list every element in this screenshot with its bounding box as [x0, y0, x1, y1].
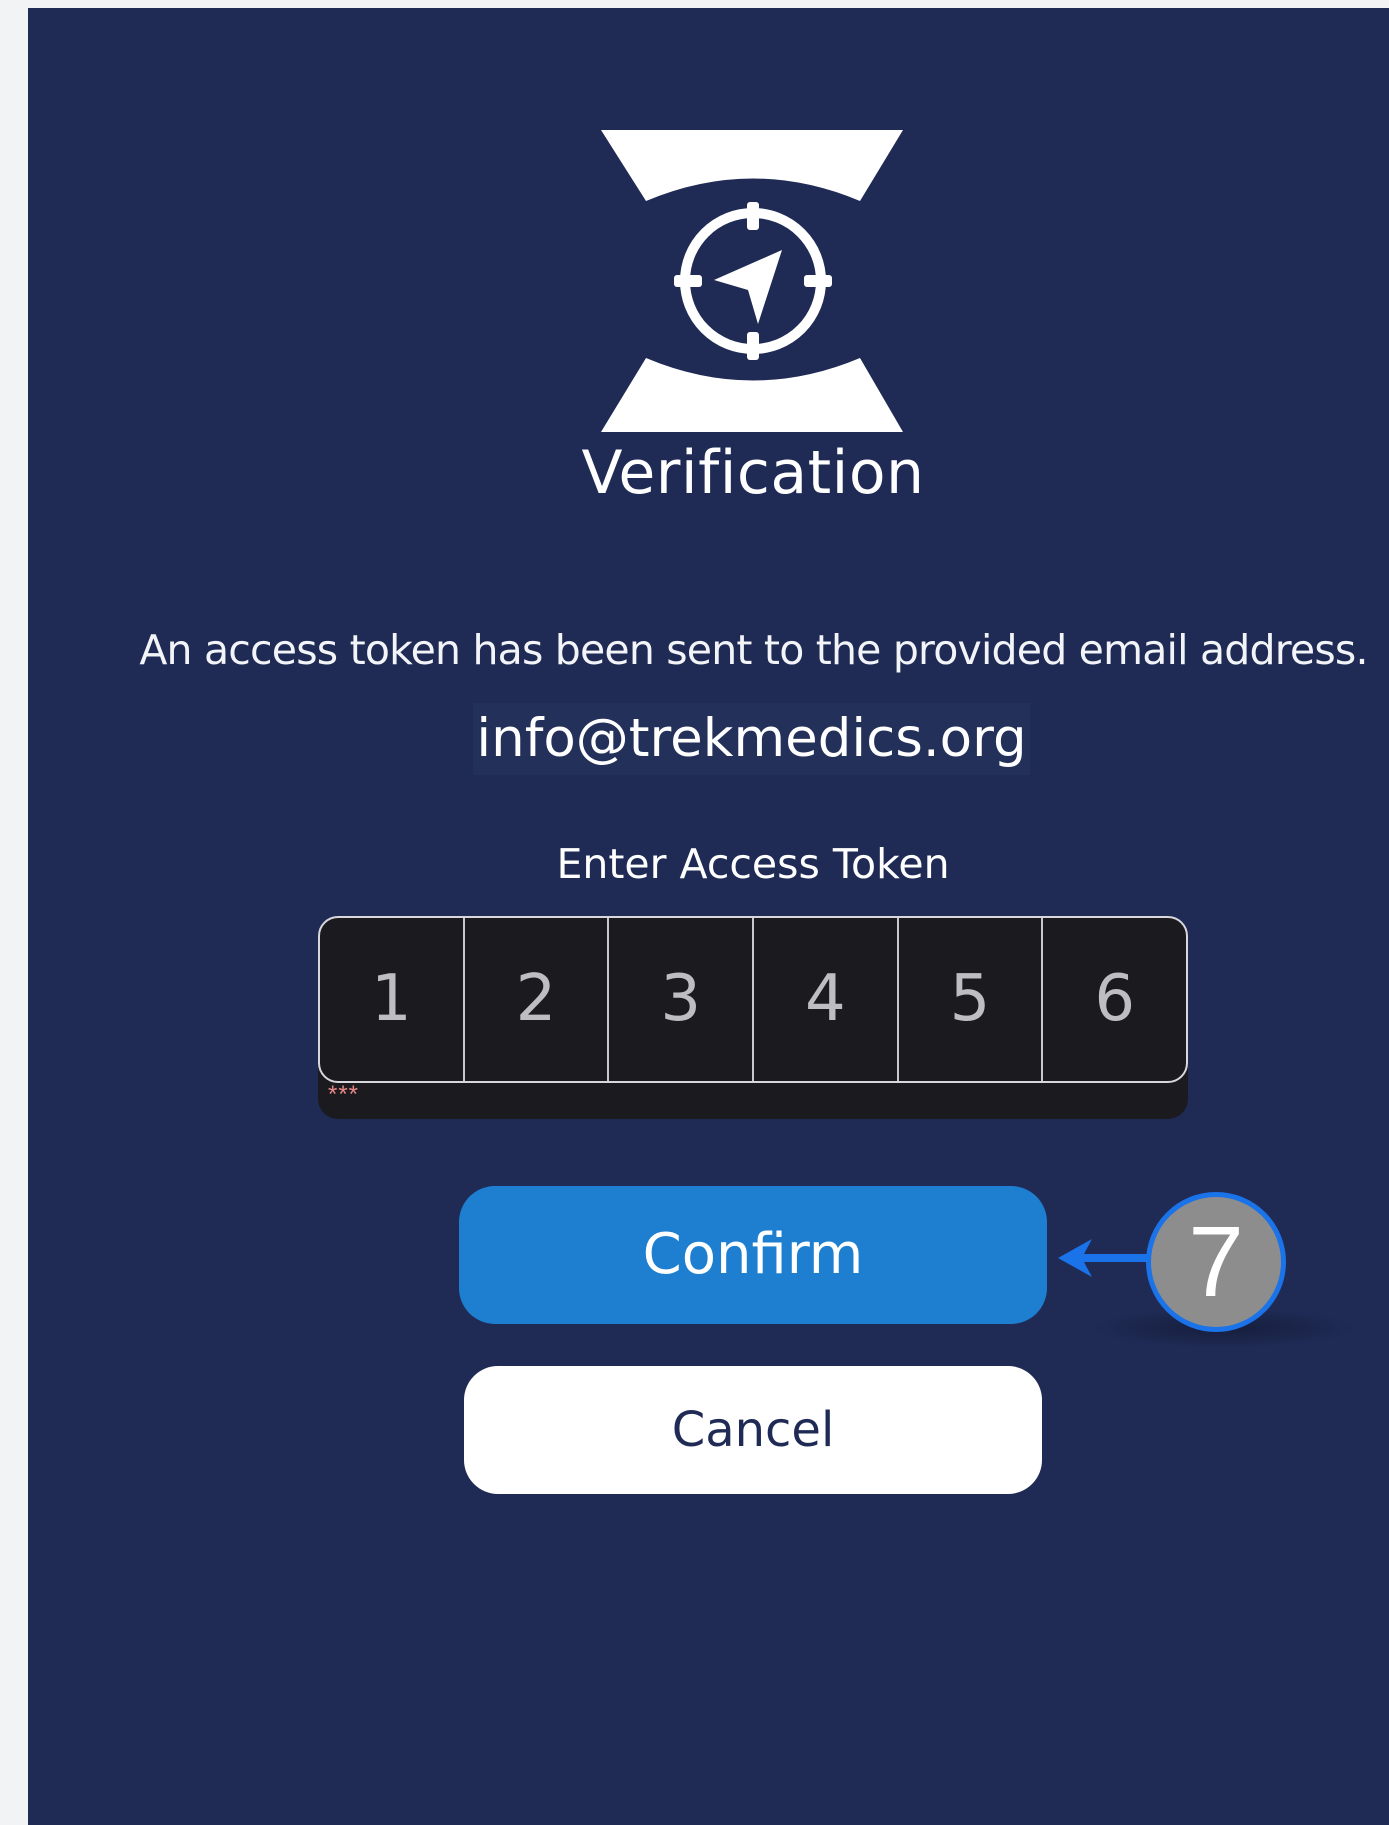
verification-screen: Verification An access token has been se… [28, 8, 1389, 1825]
token-digit-3[interactable]: 3 [609, 918, 755, 1081]
token-digit-1[interactable]: 1 [320, 918, 465, 1081]
token-digit-boxes[interactable]: 1 2 3 4 5 6 [318, 916, 1188, 1083]
token-digit-4[interactable]: 4 [754, 918, 899, 1081]
token-digit-6[interactable]: 6 [1043, 918, 1186, 1081]
confirm-button[interactable]: Confirm [459, 1186, 1047, 1324]
token-mask-text: *** [328, 1081, 360, 1108]
step-callout-badge: 7 [1146, 1192, 1286, 1332]
token-digit-2[interactable]: 2 [465, 918, 610, 1081]
instruction-message: An access token has been sent to the pro… [139, 626, 1368, 674]
arrow-left-icon [1058, 1239, 1156, 1277]
hourglass-compass-logo [601, 130, 903, 432]
cancel-button[interactable]: Cancel [464, 1366, 1042, 1494]
email-address: info@trekmedics.org [473, 703, 1030, 775]
access-token-input[interactable]: 1 2 3 4 5 6 *** [318, 916, 1188, 1119]
page-title: Verification [581, 438, 925, 508]
token-digit-5[interactable]: 5 [899, 918, 1044, 1081]
token-field-label: Enter Access Token [556, 840, 950, 888]
